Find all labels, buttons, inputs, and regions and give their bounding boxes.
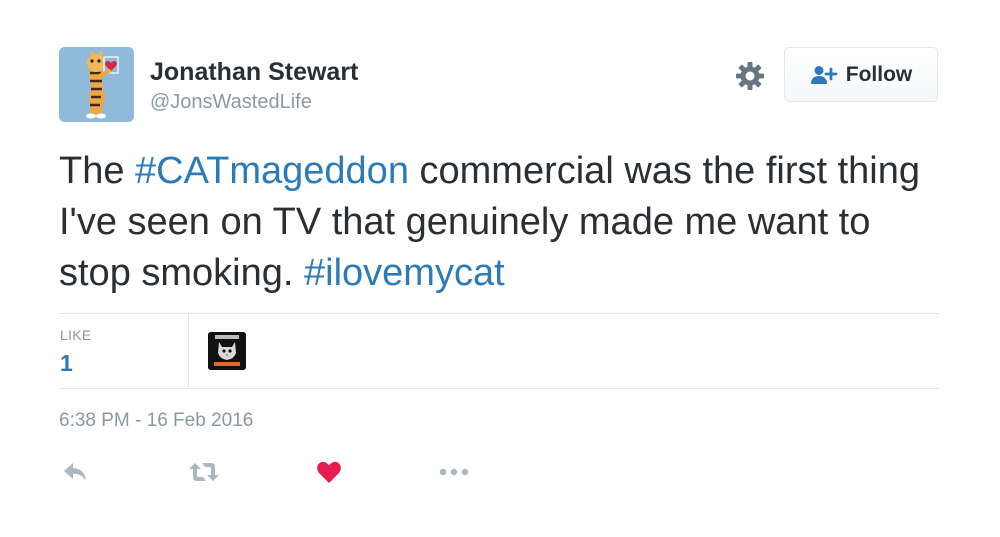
gear-icon[interactable]	[735, 61, 765, 91]
catmageddon-avatar-icon	[208, 332, 246, 370]
like-stat[interactable]: LIKE 1	[59, 314, 189, 388]
like-stat-label: LIKE	[60, 327, 92, 343]
like-stat-count: 1	[60, 350, 73, 376]
tweet-stats: LIKE 1	[59, 313, 939, 389]
hashtag-link-ilovemycat[interactable]: #ilovemycat	[304, 252, 505, 294]
retweet-icon[interactable]	[188, 459, 220, 487]
follow-button[interactable]: Follow	[784, 47, 938, 102]
author-name[interactable]: Jonathan Stewart	[150, 58, 358, 87]
reply-icon[interactable]	[62, 459, 88, 487]
follow-button-label: Follow	[845, 62, 913, 86]
author-handle[interactable]: @JonsWastedLife	[150, 91, 312, 114]
tweet-text-segment: The	[59, 150, 136, 192]
hashtag-link-catmageddon[interactable]: #CATmageddon	[135, 150, 409, 192]
liker-avatar[interactable]	[208, 332, 246, 370]
author-avatar[interactable]	[59, 47, 134, 122]
tiger-cartoon-icon	[59, 47, 134, 122]
tweet-text: The #CATmageddon commercial was the firs…	[59, 146, 939, 299]
add-user-icon	[810, 65, 838, 84]
tweet-timestamp[interactable]: 6:38 PM - 16 Feb 2016	[59, 410, 253, 432]
more-icon[interactable]	[438, 459, 470, 487]
heart-icon[interactable]	[316, 459, 342, 487]
